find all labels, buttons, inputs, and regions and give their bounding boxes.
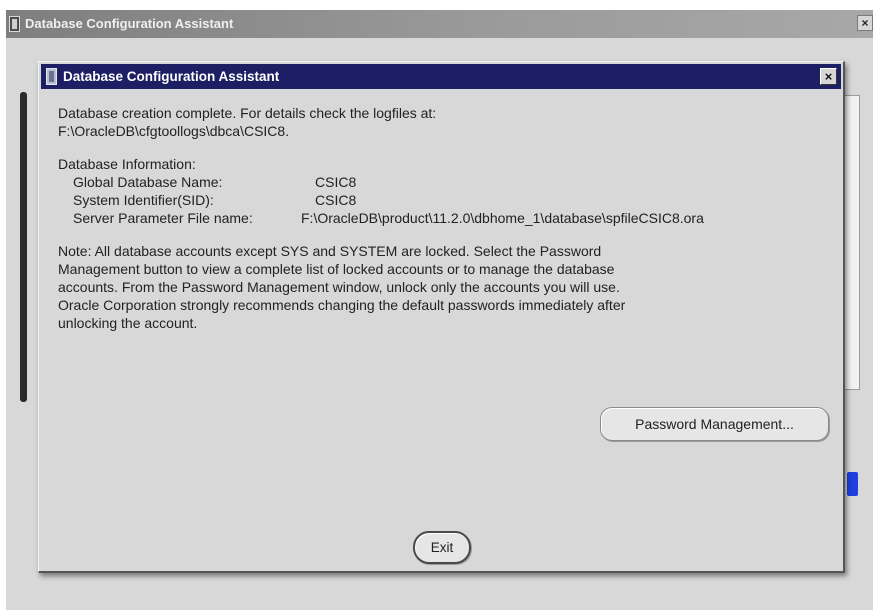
completion-message: Database creation complete. For details … [58, 105, 437, 121]
exit-button[interactable]: Exit [413, 531, 471, 564]
info-row-global-db-name: Global Database Name: CSIC8 [58, 173, 833, 191]
background-window-title: Database Configuration Assistant [25, 16, 234, 31]
database-info-heading: Database Information: [58, 156, 196, 172]
info-label: Server Parameter File name: [73, 210, 253, 226]
dialog-body: Database creation complete. For details … [58, 104, 833, 332]
background-progress-bar-edge [847, 472, 858, 496]
note-line: Note: All database accounts except SYS a… [58, 243, 602, 259]
app-icon [46, 68, 57, 85]
background-window-titlebar[interactable]: Database Configuration Assistant × [6, 10, 873, 38]
background-window-close-icon[interactable]: × [857, 15, 873, 31]
note-line: unlocking the account. [58, 315, 198, 331]
info-row-spfile: Server Parameter File name: F:\OracleDB\… [58, 209, 833, 227]
info-value: CSIC8 [315, 192, 357, 208]
info-row-sid: System Identifier(SID): CSIC8 [58, 191, 833, 209]
app-icon [9, 16, 20, 32]
info-label: Global Database Name: [73, 174, 223, 190]
note-line: Management button to view a complete lis… [58, 261, 615, 277]
note-line: Oracle Corporation strongly recommends c… [58, 297, 626, 313]
password-management-button[interactable]: Password Management... [600, 407, 829, 441]
completion-dialog: Database Configuration Assistant × Datab… [38, 61, 845, 573]
info-label: System Identifier(SID): [73, 192, 214, 208]
info-value: F:\OracleDB\product\11.2.0\dbhome_1\data… [301, 210, 704, 226]
dialog-title: Database Configuration Assistant [63, 69, 280, 84]
logfile-path: F:\OracleDB\cfgtoollogs\dbca\CSIC8. [58, 123, 290, 139]
dialog-close-icon[interactable]: × [820, 68, 837, 85]
background-left-panel-edge [20, 92, 27, 402]
info-value: CSIC8 [315, 174, 357, 190]
note-line: accounts. From the Password Management w… [58, 279, 620, 295]
dialog-titlebar[interactable]: Database Configuration Assistant × [41, 64, 841, 89]
